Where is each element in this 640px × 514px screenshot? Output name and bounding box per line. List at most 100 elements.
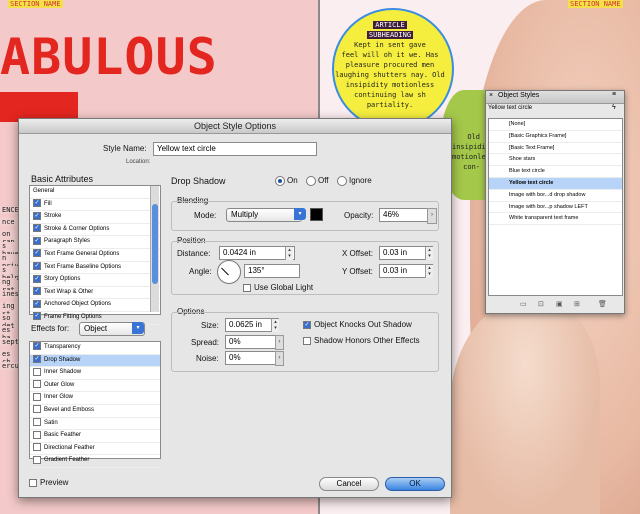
folder-icon[interactable]: ▣ [556,300,563,308]
attribute-checkbox[interactable]: ✓ [33,274,41,283]
basic-attribute-item[interactable]: General [30,186,160,199]
effect-item[interactable]: Outer Glow [30,380,160,393]
object-style-item[interactable]: [Basic Text Frame] [489,143,622,155]
object-style-label: Blue text circle [509,168,545,175]
effect-checkbox[interactable]: ✓ [33,355,41,364]
effect-item[interactable]: ✓ Drop Shadow [30,354,160,368]
basic-attribute-item[interactable]: ✓ Stroke & Corner Options [30,224,160,237]
off-radio[interactable]: Off [306,176,329,186]
chevron-down-icon[interactable]: ▾ [294,208,306,220]
close-icon[interactable]: × [489,92,493,99]
global-light-checkbox[interactable] [243,283,251,292]
noise-field[interactable]: 0% [225,351,279,365]
distance-stepper[interactable]: ▴ ▾ [285,247,293,260]
effect-item[interactable]: Basic Feather [30,430,160,443]
attribute-checkbox[interactable]: ✓ [33,236,41,245]
basic-attribute-item[interactable]: ✓ Anchored Object Options [30,299,160,312]
chevron-right-icon[interactable]: › [275,351,284,366]
preview-option[interactable]: Preview [29,478,68,487]
effect-item[interactable]: Directional Feather [30,443,160,456]
knocks-out-shadow-option[interactable]: ✓ Object Knocks Out Shadow [303,320,412,329]
style-name-field[interactable]: Yellow text circle [153,142,317,156]
ok-button[interactable]: OK [385,477,445,491]
effect-checkbox[interactable] [33,455,41,464]
effects-list[interactable]: ✓ Transparency ✓ Drop Shadow Inner Shadow Out… [29,341,161,468]
article-line: insipidity motionless [345,81,435,89]
shadow-color-swatch[interactable] [310,208,323,221]
attribute-checkbox[interactable]: ✓ [33,299,41,308]
attribute-checkbox[interactable]: ✓ [33,199,41,208]
basic-attributes-list[interactable]: General ✓ Fill ✓ Stroke ✓ Stroke & Corner Opti… [29,185,161,325]
effect-checkbox[interactable] [33,392,41,401]
preview-checkbox[interactable] [29,478,37,487]
object-styles-list[interactable]: [None] [Basic Graphics Frame] [Basic Text … [488,118,623,296]
basic-attribute-label: Stroke & Corner Options [44,225,110,232]
object-style-item[interactable]: White transparent text frame [489,213,622,226]
object-style-item[interactable]: Shoe stars [489,154,622,167]
global-light-option[interactable]: Use Global Light [243,283,313,292]
y-offset-stepper[interactable]: ▴ ▾ [425,265,433,278]
panel-menu-icon[interactable]: ≡ [612,91,616,98]
ignore-radio[interactable]: Ignore [337,176,372,186]
effect-item[interactable]: Satin [30,417,160,431]
green-circle-text: Old insipidity motionless con- [452,132,494,172]
basic-attribute-item[interactable]: ✓ Stroke [30,211,160,224]
effect-checkbox[interactable] [33,417,41,426]
object-style-item[interactable]: Image with bor...d drop shadow [489,190,622,202]
effect-checkbox[interactable] [33,430,41,439]
chevron-down-icon[interactable]: ▾ [132,322,144,334]
effect-item[interactable]: Inner Shadow [30,367,160,380]
distance-field[interactable]: 0.0424 in [219,246,295,260]
angle-field[interactable]: 135° [244,264,300,278]
object-style-item[interactable]: Yellow text circle [489,177,622,190]
chevron-right-icon[interactable]: › [427,208,437,224]
clear-overrides-icon[interactable]: ▭ [520,300,527,308]
basic-attribute-item[interactable]: ✓ Text Wrap & Other [30,287,160,300]
knocks-out-checkbox[interactable]: ✓ [303,320,311,329]
effect-checkbox[interactable] [33,405,41,414]
basic-attributes-scrollbar[interactable] [150,186,159,312]
honors-effects-checkbox[interactable] [303,336,311,345]
effect-item[interactable]: Gradient Feather [30,455,160,468]
on-radio[interactable]: On [275,176,298,186]
angle-dial[interactable] [217,260,241,284]
lightning-icon[interactable]: ϟ [612,104,616,111]
attribute-checkbox[interactable]: ✓ [33,312,41,321]
chevron-right-icon[interactable]: › [275,335,284,350]
object-style-item[interactable]: [None] [489,119,622,131]
object-style-item[interactable]: Image with bor...p shadow LEFT [489,202,622,214]
attribute-checkbox[interactable]: ✓ [33,211,41,220]
effect-item[interactable]: Inner Glow [30,392,160,405]
x-offset-stepper[interactable]: ▴ ▾ [425,247,433,260]
cancel-button[interactable]: Cancel [319,477,379,491]
clear-attributes-icon[interactable]: ⊡ [538,300,544,308]
basic-attribute-item[interactable]: ✓ Fill [30,199,160,212]
opacity-field[interactable]: 46% [379,208,429,222]
object-style-item[interactable]: Blue text circle [489,166,622,178]
attribute-checkbox[interactable]: ✓ [33,261,41,270]
basic-attribute-item[interactable]: ✓ Paragraph Styles [30,236,160,249]
basic-attribute-item[interactable]: ✓ Text Frame Baseline Options [30,261,160,275]
object-style-item[interactable]: [Basic Graphics Frame] [489,131,622,143]
honors-effects-option[interactable]: Shadow Honors Other Effects [303,336,420,345]
effect-checkbox[interactable] [33,367,41,376]
basic-attribute-item[interactable]: ✓ Story Options [30,274,160,287]
effect-item[interactable]: ✓ Transparency [30,342,160,355]
basic-attribute-item[interactable]: ✓ Text Frame General Options [30,249,160,262]
size-stepper[interactable]: ▴ ▾ [271,319,279,332]
angle-label: Angle: [189,267,212,276]
effect-item[interactable]: Bevel and Emboss [30,405,160,418]
effect-checkbox[interactable] [33,443,41,452]
mode-select[interactable]: Multiply [226,208,302,222]
effect-label: Directional Feather [44,444,95,451]
attribute-checkbox[interactable]: ✓ [33,224,41,233]
effect-checkbox[interactable] [33,380,41,389]
panel-title[interactable]: Object Styles [498,92,539,99]
trash-icon[interactable]: 🗑 [598,300,607,308]
effect-checkbox[interactable]: ✓ [33,342,41,351]
new-style-icon[interactable]: ⊞ [574,300,580,308]
spread-field[interactable]: 0% [225,335,279,349]
attribute-checkbox[interactable]: ✓ [33,249,41,258]
scrollbar-thumb[interactable] [152,204,158,284]
attribute-checkbox[interactable]: ✓ [33,287,41,296]
